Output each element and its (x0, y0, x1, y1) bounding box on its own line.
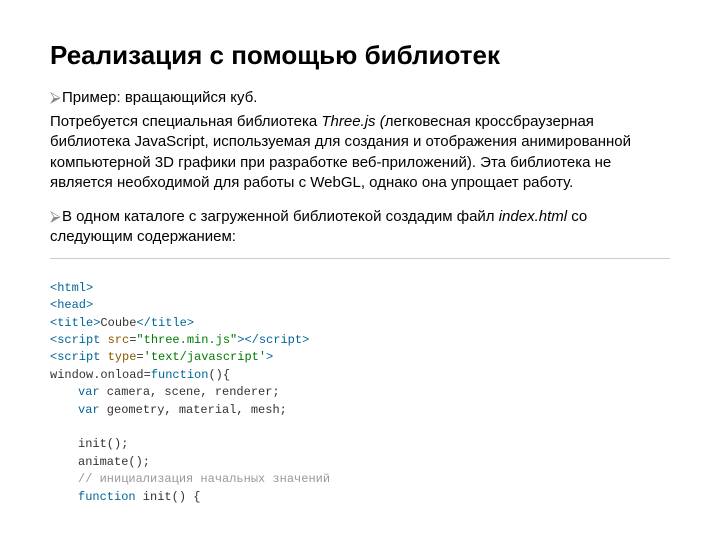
code-string: 'text/javascript' (144, 350, 266, 364)
code-attr: src (108, 333, 130, 347)
bullet-marker-icon: ⮚ (50, 89, 62, 106)
code-line: init() { (136, 490, 201, 504)
paragraph-1: Потребуется специальная библиотека Three… (50, 112, 670, 193)
code-line: > (302, 333, 309, 347)
code-line: geometry, material, mesh; (100, 403, 287, 417)
code-line: <html> (50, 281, 93, 295)
code-line: (){ (208, 368, 230, 382)
code-line: camera, scene, renderer; (100, 385, 280, 399)
code-keyword: var (78, 403, 100, 417)
code-line: <head> (50, 298, 93, 312)
code-line: ></script (237, 333, 302, 347)
code-line: init(); (50, 436, 128, 453)
code-keyword: function (151, 368, 209, 382)
code-keyword: var (78, 385, 100, 399)
bullet2-filename: index.html (499, 208, 567, 225)
bullet-item-1: ⮚Пример: вращающийся куб. (50, 89, 670, 106)
code-keyword: function (78, 490, 136, 504)
code-line: > (266, 350, 273, 364)
code-text: Coube (100, 316, 136, 330)
code-line: window.onload= (50, 368, 151, 382)
slide-title: Реализация с помощью библиотек (50, 40, 670, 71)
code-line: <script (50, 350, 108, 364)
para1-threejs: Three.js ( (321, 113, 384, 130)
code-block: <html> <head> <title>Coube</title> <scri… (50, 258, 670, 506)
code-comment: // инициализация начальных значений (50, 471, 330, 488)
code-eq: = (136, 350, 143, 364)
para1-part-a: Потребуется специальная библиотека (50, 113, 321, 130)
bullet-item-2: ⮚В одном каталоге с загруженной библиоте… (50, 207, 670, 248)
code-line: animate(); (50, 454, 150, 471)
code-attr: type (108, 350, 137, 364)
bullet2-part-a: В одном каталоге с загруженной библиотек… (62, 208, 499, 225)
bullet-text-1: Пример: вращающийся куб. (62, 89, 257, 106)
code-string: "three.min.js" (136, 333, 237, 347)
bullet-marker-icon: ⮚ (50, 207, 62, 227)
code-line: <title> (50, 316, 100, 330)
code-line: <script (50, 333, 108, 347)
code-line: </title> (136, 316, 194, 330)
